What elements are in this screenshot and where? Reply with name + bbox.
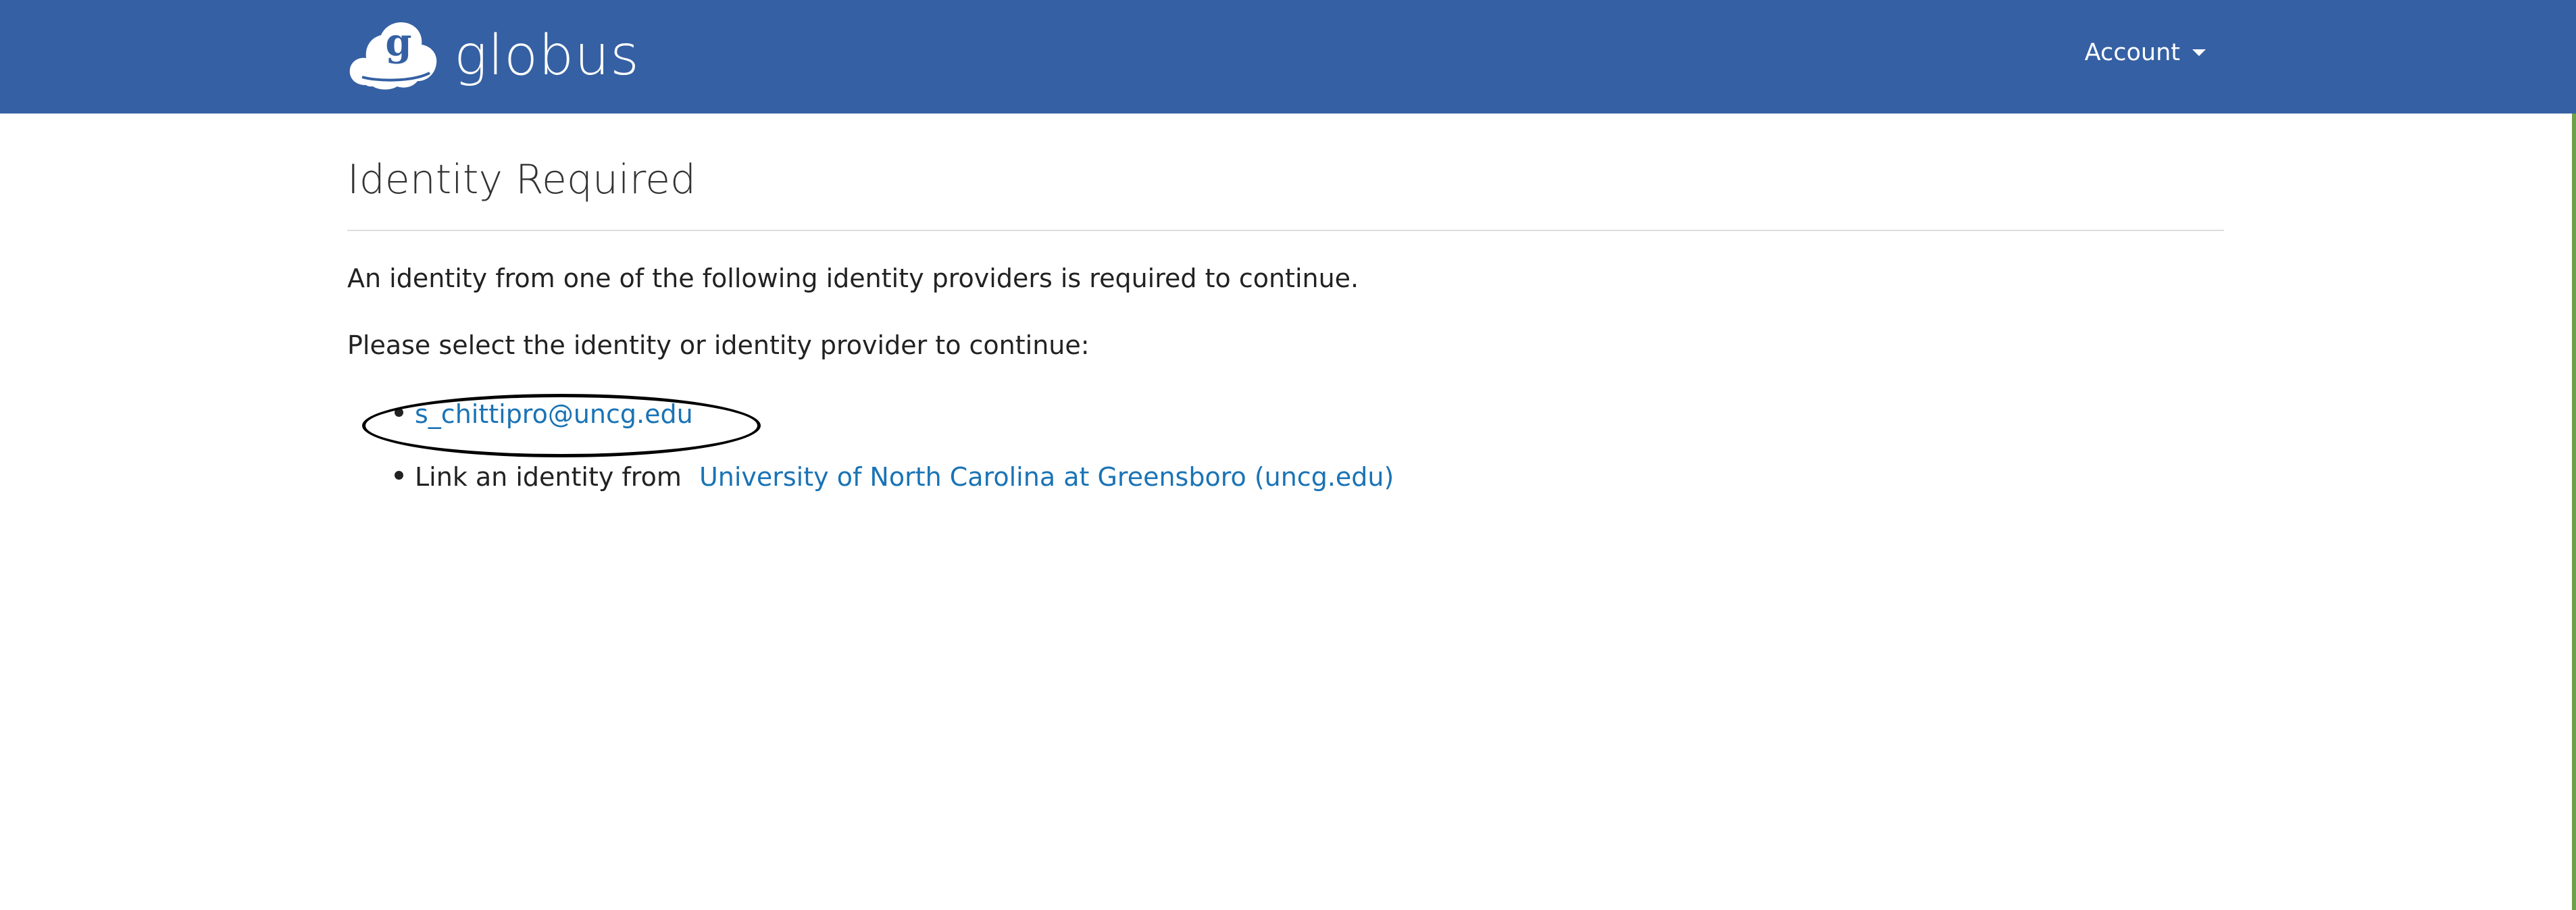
identity-link-s-chittipro[interactable]: s_chittipro@uncg.edu	[415, 399, 693, 429]
bullet-icon	[395, 471, 403, 480]
main-content: Identity Required An identity from one o…	[347, 113, 2224, 524]
globus-cloud-logo-icon: g	[349, 20, 437, 90]
window-edge-strip	[2572, 113, 2576, 910]
bullet-icon	[395, 407, 403, 417]
select-instruction: Please select the identity or identity p…	[347, 330, 1090, 361]
logo-letter: g	[385, 20, 411, 65]
caret-down-icon	[2192, 49, 2206, 56]
account-label: Account	[2084, 39, 2180, 66]
link-identity-prefix: Link an identity from	[415, 462, 682, 492]
top-navbar: g globus Account	[0, 0, 2576, 113]
account-dropdown[interactable]: Account	[2085, 39, 2206, 66]
page-title: Identity Required	[347, 156, 697, 203]
globus-home-link[interactable]: g globus	[346, 19, 640, 93]
brand-name: globus	[454, 24, 640, 88]
identity-list-item: Link an identity from University of Nort…	[347, 461, 2224, 494]
intro-text: An identity from one of the following id…	[347, 263, 1359, 293]
title-divider	[347, 230, 2224, 231]
identity-list-item: s_chittipro@uncg.edu	[347, 398, 2224, 431]
identity-provider-link-uncg[interactable]: University of North Carolina at Greensbo…	[699, 462, 1394, 492]
identity-list: s_chittipro@uncg.edu Link an identity fr…	[347, 398, 2224, 495]
